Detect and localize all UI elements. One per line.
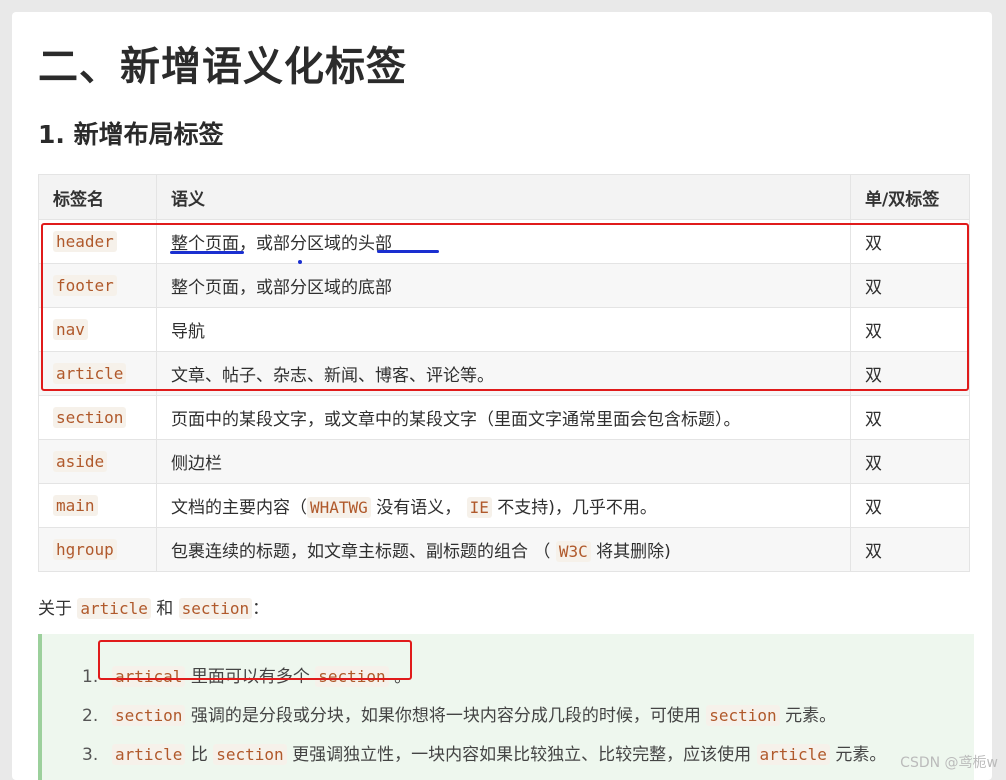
list-item: 1. artical 里面可以有多个 section 。: [82, 662, 411, 687]
watermark: CSDN @鸢栀w: [900, 755, 998, 771]
type-cell: 双: [850, 263, 970, 308]
meaning-cell: 包裹连续的标题，如文章主标题、副标题的组合 （ W3C 将其删除): [156, 527, 851, 572]
type-cell: 双: [850, 527, 970, 572]
meaning-text: 将其删除): [590, 542, 671, 562]
document-page: 二、新增语义化标签 1. 新增布局标签 标签名 语义 单/双标签 header …: [12, 12, 992, 780]
list-text: 强调的是分段或分块，如果你想将一块内容分成几段的时候，可使用: [185, 706, 707, 726]
col-header-type: 单/双标签: [850, 174, 970, 220]
list-text: 元素。: [779, 706, 837, 726]
list-number: 1.: [82, 667, 99, 687]
list-item: 3. article 比 section 更强调独立性，一块内容如果比较独立、比较…: [82, 740, 886, 765]
meaning-cell: 文章、帖子、杂志、新闻、博客、评论等。: [156, 351, 851, 396]
list-text: 里面可以有多个: [185, 667, 316, 687]
meaning-text: 包裹连续的标题，如文章主标题、副标题的组合 （: [171, 542, 556, 562]
list-number: 3.: [82, 745, 99, 765]
type-cell: 双: [850, 483, 970, 528]
type-cell: 双: [850, 219, 970, 264]
inline-code: IE: [466, 497, 492, 518]
list-text: 元素。: [829, 745, 887, 765]
table-row: footer 整个页面，或部分区域的底部 双: [38, 263, 970, 308]
inline-code: section: [178, 598, 253, 619]
layout-tags-table: 标签名 语义 单/双标签 header 整个页面，或部分区域的头部 双 foot…: [38, 174, 970, 572]
table-row: article 文章、帖子、杂志、新闻、博客、评论等。 双: [38, 351, 970, 396]
inline-code: article: [756, 744, 830, 765]
tag-code: aside: [53, 450, 108, 472]
list-number: 2.: [82, 706, 99, 726]
underline-annotation: [377, 250, 439, 253]
inline-code: section: [112, 705, 186, 726]
type-cell: 双: [850, 307, 970, 352]
tag-code: header: [53, 230, 117, 252]
table-header-row: 标签名 语义 单/双标签: [38, 174, 970, 220]
meaning-cell: 整个页面，或部分区域的头部: [156, 219, 851, 264]
table-row: header 整个页面，或部分区域的头部 双: [38, 219, 970, 264]
inline-code: section: [213, 744, 287, 765]
tag-code: article: [53, 362, 127, 384]
table-row: nav 导航 双: [38, 307, 970, 352]
meaning-cell: 文档的主要内容（ WHATWG 没有语义， IE 不支持)，几乎不用。: [156, 483, 851, 528]
list-text: 比: [185, 745, 214, 765]
meaning-cell: 页面中的某段文字，或文章中的某段文字（里面文字通常里面会包含标题）。: [156, 395, 851, 440]
meaning-text: 不支持)，几乎不用。: [491, 498, 657, 518]
meaning-cell: 整个页面，或部分区域的底部: [156, 263, 851, 308]
meaning-text: 没有语义，: [370, 498, 467, 518]
meaning-cell: 导航: [156, 307, 851, 352]
section-title: 1. 新增布局标签: [38, 120, 224, 149]
list-text: 。: [388, 667, 412, 687]
tag-code: nav: [53, 318, 88, 340]
inline-code: section: [315, 666, 389, 687]
page-title: 二、新增语义化标签: [38, 44, 407, 90]
tag-code: hgroup: [53, 538, 117, 560]
table-row: hgroup 包裹连续的标题，如文章主标题、副标题的组合 （ W3C 将其删除)…: [38, 527, 970, 572]
about-text: ：: [252, 599, 270, 619]
tag-code: footer: [53, 274, 117, 296]
inline-code: article: [112, 744, 186, 765]
col-header-tag: 标签名: [38, 174, 157, 220]
underline-annotation: [170, 251, 244, 254]
about-text: 和: [150, 599, 179, 619]
inline-code: section: [706, 705, 780, 726]
meaning-text: 文档的主要内容（: [171, 498, 307, 518]
dot-annotation: [298, 260, 302, 264]
tag-code: section: [53, 406, 127, 428]
list-text: 更强调独立性，一块内容如果比较独立、比较完整，应该使用: [286, 745, 757, 765]
inline-code: artical: [112, 666, 186, 687]
table-row: aside 侧边栏 双: [38, 439, 970, 484]
meaning-cell: 侧边栏: [156, 439, 851, 484]
table-row: section 页面中的某段文字，或文章中的某段文字（里面文字通常里面会包含标题…: [38, 395, 970, 440]
type-cell: 双: [850, 351, 970, 396]
type-cell: 双: [850, 439, 970, 484]
type-cell: 双: [850, 395, 970, 440]
about-text: 关于: [38, 599, 78, 619]
blockquote: 1. artical 里面可以有多个 section 。 2. section 强调…: [38, 634, 974, 780]
inline-code: W3C: [555, 541, 591, 562]
tag-code: main: [53, 494, 98, 516]
col-header-meaning: 语义: [156, 174, 851, 220]
list-item: 2. section 强调的是分段或分块，如果你想将一块内容分成几段的时候，可使用…: [82, 701, 836, 726]
inline-code: article: [77, 598, 151, 619]
inline-code: WHATWG: [307, 497, 371, 518]
table-row: main 文档的主要内容（ WHATWG 没有语义， IE 不支持)，几乎不用。 …: [38, 483, 970, 528]
about-line: 关于 article 和 section：: [38, 594, 269, 619]
